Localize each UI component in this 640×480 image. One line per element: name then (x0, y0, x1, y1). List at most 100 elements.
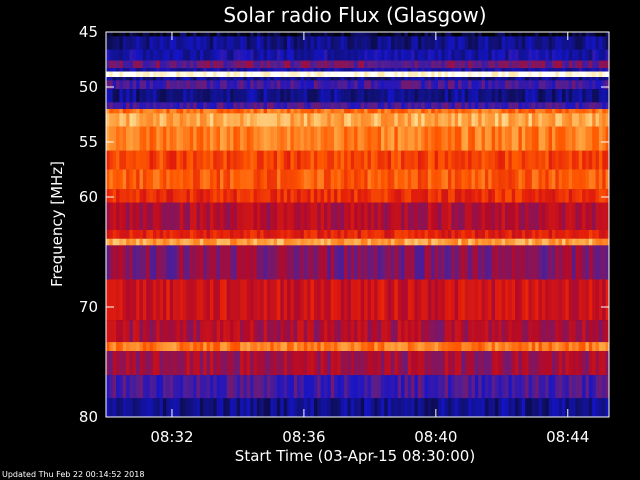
spectrogram-cell (491, 189, 496, 203)
spectrogram-cell (588, 375, 593, 399)
spectrogram-cell (501, 398, 506, 417)
spectrogram-cell (518, 102, 523, 109)
spectrogram-cell (538, 150, 543, 170)
spectrogram-cell (122, 351, 127, 376)
spectrogram-cell (474, 245, 479, 280)
spectrogram-cell (236, 32, 241, 37)
spectrogram-cell (250, 32, 254, 37)
spectrogram-cell (183, 36, 187, 50)
spectrogram-cell (528, 49, 533, 61)
band-texture (106, 150, 610, 170)
spectrogram-cell (260, 279, 264, 321)
spectrogram-cell (176, 113, 181, 127)
spectrogram-cell (354, 398, 358, 417)
spectrogram-cell (545, 238, 549, 246)
spectrogram-cell (330, 102, 335, 109)
spectrogram-cell (230, 398, 234, 417)
spectrogram-cell (236, 238, 241, 246)
spectrogram-cell (508, 102, 513, 109)
spectrogram-cell (320, 49, 325, 61)
spectrogram-cell (209, 342, 214, 351)
spectrogram-cell (481, 36, 486, 50)
spectrogram-cell (394, 238, 399, 246)
spectrogram-cell (136, 113, 140, 127)
spectrogram-cell (541, 102, 546, 109)
spectrogram-cell (505, 36, 509, 50)
spectrogram-cell (384, 245, 388, 280)
spectrogram-cell (203, 230, 207, 239)
spectrogram-cell (491, 36, 496, 50)
spectrogram-cell (246, 238, 251, 246)
spectrogram-cell (139, 102, 144, 109)
spectrogram-cell (266, 32, 271, 37)
spectrogram-cell (119, 126, 124, 151)
spectrogram-cell (421, 342, 425, 351)
spectrogram-cell (287, 32, 291, 37)
spectrogram-cell (521, 102, 526, 109)
spectrogram-cell (179, 102, 184, 109)
spectrogram-cell (484, 342, 489, 351)
spectrogram-cell (525, 113, 529, 127)
spectrogram-cell (535, 109, 539, 114)
spectrogram-cell (253, 238, 258, 246)
spectrogram-cell (360, 71, 365, 78)
spectrogram-cell (273, 279, 278, 321)
spectrogram-cell (541, 68, 546, 72)
spectrogram-cell (568, 36, 573, 50)
spectrogram-cell (588, 126, 593, 151)
spectrogram-cell (598, 32, 603, 37)
spectrogram-cell (206, 320, 211, 343)
spectrogram-cell (444, 351, 449, 376)
spectrogram-cell (183, 320, 187, 343)
spectrogram-cell (213, 80, 217, 90)
spectrogram-cell (196, 375, 201, 399)
spectrogram-cell (441, 279, 445, 321)
spectrogram-cell (340, 126, 345, 151)
spectrogram-cell (555, 245, 559, 280)
spectrogram-cell (344, 320, 348, 343)
spectrogram-cell (501, 89, 506, 103)
spectrogram-cell (437, 169, 442, 190)
spectrogram-cell (109, 351, 114, 376)
spectrogram-cell (565, 60, 570, 69)
spectrogram-cell (505, 189, 509, 203)
spectrogram-cell (226, 68, 231, 72)
spectrogram-cell (129, 342, 134, 351)
spectrogram-cell (277, 49, 281, 61)
spectrogram-cell (122, 68, 127, 72)
spectrogram-cell (417, 71, 422, 78)
spectrogram-cell (494, 89, 499, 103)
spectrogram-cell (380, 320, 385, 343)
spectrogram-cell (310, 351, 315, 376)
spectrogram-cell (360, 320, 365, 343)
spectrogram-cell (585, 36, 590, 50)
spectrogram-cell (297, 49, 301, 61)
spectrogram-cell (193, 169, 197, 190)
spectrogram-cell (424, 109, 429, 114)
spectrogram-cell (246, 398, 251, 417)
spectrogram-cell (491, 169, 496, 190)
spectrogram-cell (505, 77, 509, 81)
spectrogram-cell (397, 189, 402, 203)
spectrogram-cell (568, 49, 573, 61)
spectrogram-cell (592, 342, 596, 351)
spectrogram-cell (119, 32, 124, 37)
spectrogram-cell (226, 189, 231, 203)
spectrogram-cell (505, 49, 509, 61)
spectrogram-cell (193, 230, 197, 239)
spectrogram-cell (293, 36, 298, 50)
spectrogram-cell (106, 89, 110, 103)
spectrogram-cell (380, 189, 385, 203)
spectrogram-cell (307, 238, 311, 246)
y-tick-label: 55 (79, 133, 98, 151)
spectrogram-cell (434, 89, 439, 103)
spectrogram-cell (411, 49, 415, 61)
spectrogram-cell (518, 245, 523, 280)
spectrogram-cell (337, 36, 342, 50)
spectrogram-cell (575, 60, 580, 69)
spectrogram-cell (156, 169, 160, 190)
spectrogram-cell (582, 245, 586, 280)
spectrogram-cell (582, 320, 586, 343)
spectrogram-cell (297, 169, 301, 190)
spectrogram-cell (451, 68, 456, 72)
